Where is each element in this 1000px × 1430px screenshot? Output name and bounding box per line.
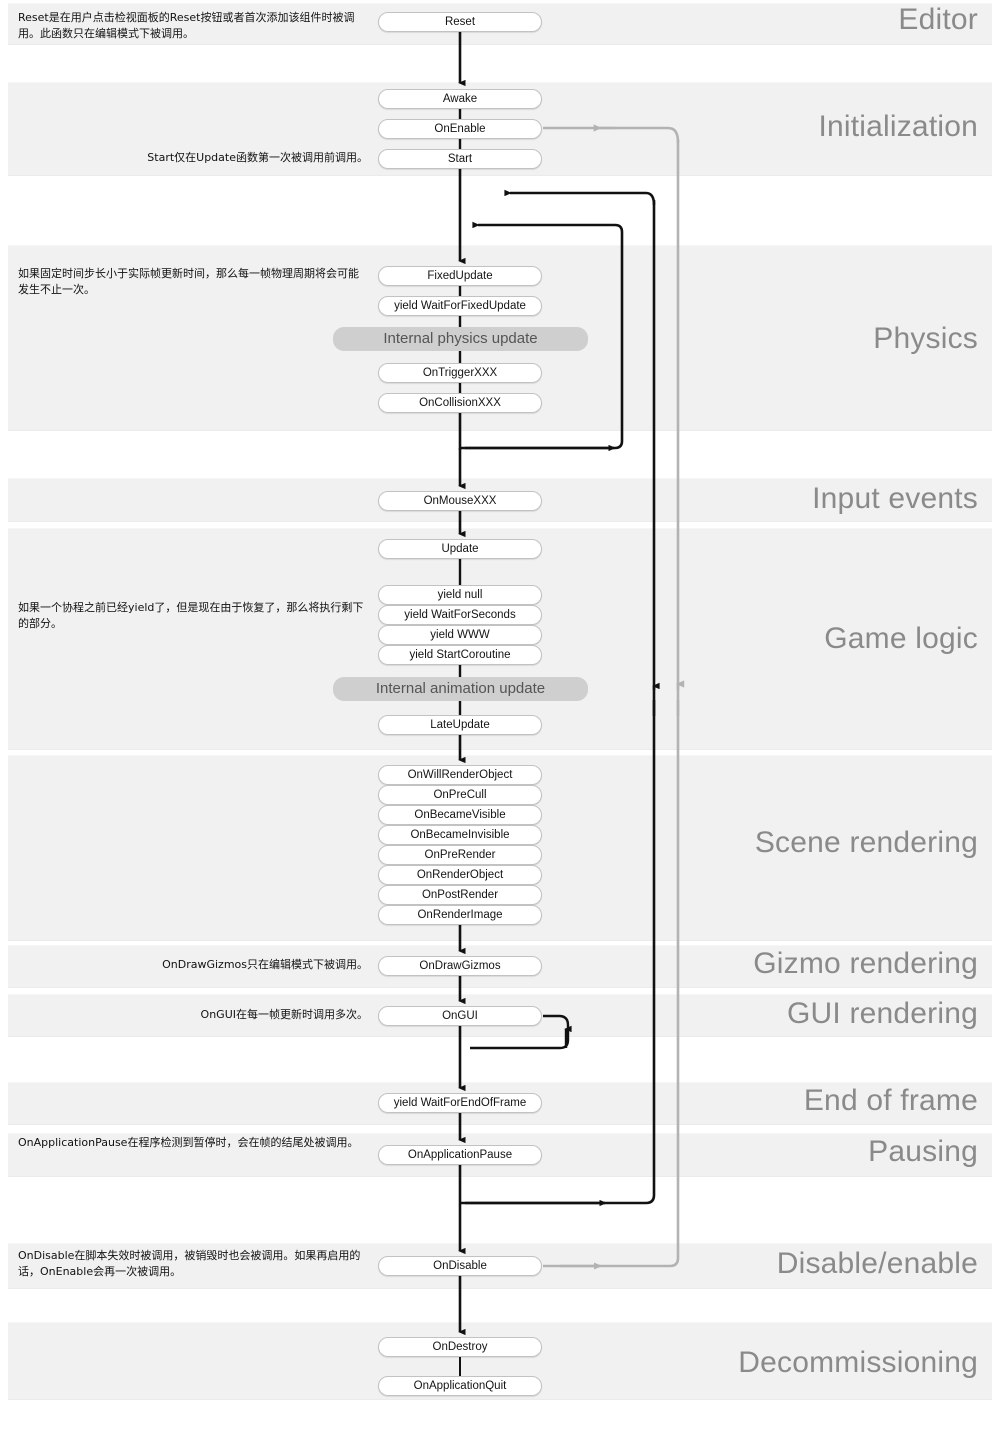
node-yield-waitforseconds[interactable]: yield WaitForSeconds bbox=[378, 605, 542, 625]
node-on-application-pause[interactable]: OnApplicationPause bbox=[378, 1145, 542, 1165]
node-on-gui[interactable]: OnGUI bbox=[378, 1006, 542, 1026]
note-fixedupdate: 如果固定时间步长小于实际帧更新时间，那么每一帧物理周期将会可能发生不止一次。 bbox=[18, 267, 359, 296]
note-reset: Reset是在用户点击检视面板的Reset按钮或者首次添加该组件时被调用。此函数… bbox=[18, 11, 355, 40]
wire-frame-loop-top bbox=[504, 189, 656, 206]
node-yield-waitforfixedupdate[interactable]: yield WaitForFixedUpdate bbox=[378, 296, 542, 316]
note-ongui: OnGUI在每一帧更新时调用多次。 bbox=[200, 1008, 368, 1021]
note-coroutine: 如果一个协程之前已经yield了，但是现在由于恢复了，那么将执行剩下的部分。 bbox=[18, 601, 364, 630]
node-update[interactable]: Update bbox=[378, 539, 542, 559]
node-on-disable[interactable]: OnDisable bbox=[378, 1256, 542, 1276]
node-yield-null[interactable]: yield null bbox=[378, 585, 542, 605]
note-ondisable: OnDisable在脚本失效时被调用，被销毁时也会被调用。如果再启用的话，OnE… bbox=[18, 1249, 361, 1278]
node-on-became-invisible[interactable]: OnBecameInvisible bbox=[378, 825, 542, 845]
node-on-became-visible[interactable]: OnBecameVisible bbox=[378, 805, 542, 825]
node-on-render-image[interactable]: OnRenderImage bbox=[378, 905, 542, 925]
node-fixed-update[interactable]: FixedUpdate bbox=[378, 266, 542, 286]
node-on-post-render[interactable]: OnPostRender bbox=[378, 885, 542, 905]
node-on-trigger-xxx[interactable]: OnTriggerXXX bbox=[378, 363, 542, 383]
wire-ondisable-to-onenable-riser bbox=[560, 700, 680, 1268]
note-drawgizmos: OnDrawGizmos只在编辑模式下被调用。 bbox=[162, 958, 368, 971]
node-on-will-render-object[interactable]: OnWillRenderObject bbox=[378, 765, 542, 785]
wire-onenable-return bbox=[593, 124, 680, 143]
engine-stage-internal-animation-update: Internal animation update bbox=[333, 677, 588, 701]
node-on-collision-xxx[interactable]: OnCollisionXXX bbox=[378, 393, 542, 413]
node-on-draw-gizmos[interactable]: OnDrawGizmos bbox=[378, 956, 542, 976]
node-on-pre-cull[interactable]: OnPreCull bbox=[378, 785, 542, 805]
node-start[interactable]: Start bbox=[378, 149, 542, 169]
node-late-update[interactable]: LateUpdate bbox=[378, 715, 542, 735]
node-on-pre-render[interactable]: OnPreRender bbox=[378, 845, 542, 865]
node-awake[interactable]: Awake bbox=[378, 89, 542, 109]
node-on-enable[interactable]: OnEnable bbox=[378, 119, 542, 139]
node-on-application-quit[interactable]: OnApplicationQuit bbox=[378, 1376, 542, 1396]
node-on-mouse-xxx[interactable]: OnMouseXXX bbox=[378, 491, 542, 511]
node-yield-www[interactable]: yield WWW bbox=[378, 625, 542, 645]
node-on-render-object[interactable]: OnRenderObject bbox=[378, 865, 542, 885]
note-start: Start仅在Update函数第一次被调用前调用。 bbox=[147, 151, 368, 164]
node-reset[interactable]: Reset bbox=[378, 12, 542, 32]
node-yield-waitforendofframe[interactable]: yield WaitForEndOfFrame bbox=[378, 1093, 542, 1113]
lifecycle-diagram-canvas: Editor Initialization Physics Input events G… bbox=[0, 0, 1000, 1430]
engine-stage-internal-physics-update: Internal physics update bbox=[333, 327, 588, 351]
note-applicationpause: OnApplicationPause在程序检测到暂停时，会在帧的结尾处被调用。 bbox=[18, 1136, 359, 1149]
node-on-destroy[interactable]: OnDestroy bbox=[378, 1337, 542, 1357]
node-yield-startcoroutine[interactable]: yield StartCoroutine bbox=[378, 645, 542, 665]
